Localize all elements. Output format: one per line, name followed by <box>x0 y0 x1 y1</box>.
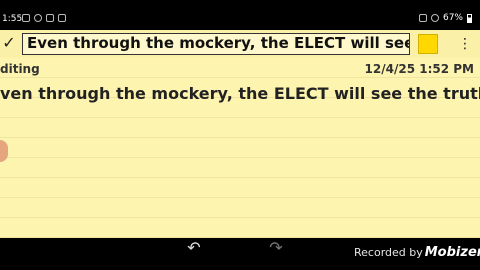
redo-icon[interactable]: ↷ <box>266 240 286 256</box>
mode-label: diting <box>0 62 40 76</box>
undo-icon[interactable]: ↶ <box>184 240 204 256</box>
bottom-bar: ↶ ↷ Recorded by Mobizen <box>0 238 480 270</box>
notification-icon <box>22 14 30 22</box>
notification-icon <box>46 14 54 22</box>
alarm-icon <box>418 14 427 22</box>
notification-icon <box>34 14 42 22</box>
title-field[interactable]: Even through the mockery, the ELECT will… <box>22 33 410 55</box>
battery-icon <box>467 13 472 23</box>
status-bar: 1:55 67% <box>0 0 480 30</box>
note-area[interactable]: diting 12/4/25 1:52 PM ven through the m… <box>0 58 480 238</box>
wifi-icon <box>430 14 439 22</box>
timestamp: 12/4/25 1:52 PM <box>364 62 474 76</box>
color-swatch-button[interactable] <box>418 34 438 54</box>
status-right: 67% <box>418 13 472 23</box>
notification-icons <box>22 13 66 23</box>
note-body[interactable]: ven through the mockery, the ELECT will … <box>0 84 480 103</box>
notification-icon <box>58 14 66 22</box>
recorded-by-label: Recorded by <box>354 245 423 259</box>
more-vert-icon[interactable]: ⋮ <box>458 34 472 54</box>
side-handle[interactable] <box>0 140 8 162</box>
battery-percent: 67% <box>442 13 463 23</box>
recorder-watermark: Recorded by Mobizen <box>354 244 480 260</box>
brand-logo: Mobizen <box>424 244 480 260</box>
status-time: 1:55 <box>2 14 23 24</box>
editor-toolbar: ✓ Even through the mockery, the ELECT wi… <box>0 30 480 58</box>
check-icon[interactable]: ✓ <box>0 32 18 54</box>
